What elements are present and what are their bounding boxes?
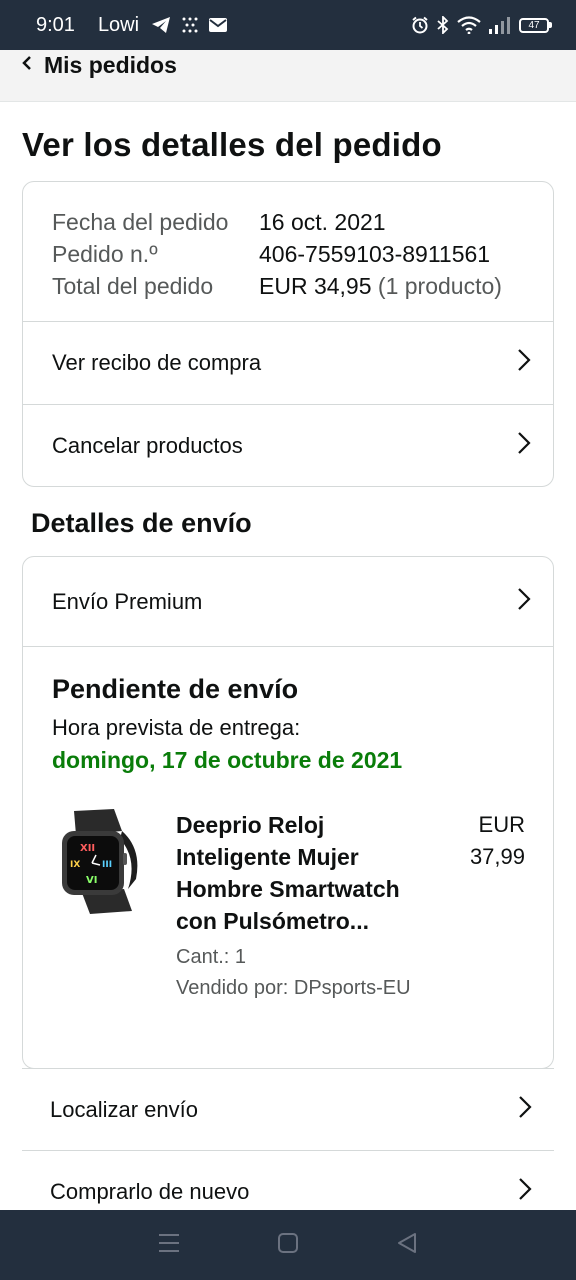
price-amount: 37,99 [469,844,525,869]
order-total-value: EUR 34,95 [259,273,372,299]
system-nav-bar [0,1210,576,1280]
order-total-label: Total del pedido [52,273,214,299]
shipment-actions: Localizar envío Comprarlo de nuevo [22,1068,554,1232]
order-total-row: Total del pedido EUR 34,95 (1 producto) [52,270,525,302]
back-link-label: Mis pedidos [44,52,177,78]
order-date-row: Fecha del pedido 16 oct. 2021 [52,206,525,238]
product-price: EUR 37,99 [445,809,525,1003]
smartwatch-image[interactable]: XII IX III VI [52,809,152,914]
cancel-items-label: Cancelar productos [52,432,243,458]
chevron-right-icon [517,431,531,461]
chevron-right-icon [517,587,531,617]
order-date-value: 16 oct. 2021 [259,209,386,235]
delivery-date: domingo, 17 de octubre de 2021 [52,747,403,773]
shipping-section-title: Detalles de envío [31,508,252,538]
back-link[interactable]: Mis pedidos [0,50,576,102]
price-currency: EUR [478,812,525,837]
mail-icon [209,18,228,32]
view-receipt-link[interactable]: Ver recibo de compra [23,322,553,404]
wifi-icon [457,16,481,34]
order-number-value: 406-7559103-8911561 [259,241,491,267]
order-date-label: Fecha del pedido [52,209,229,235]
shipment-details: Pendiente de envío Hora prevista de entr… [23,647,553,1003]
shipping-method-label: Envío Premium [52,588,203,614]
shipment-status: Pendiente de envío [52,674,299,704]
order-number-row: Pedido n.º 406-7559103-8911561 [52,238,525,270]
order-summary: Fecha del pedido 16 oct. 2021 Pedido n.º… [23,182,553,322]
chevron-right-icon [518,1177,532,1207]
svg-text:VI: VI [86,875,97,886]
battery-icon: 47 [519,17,552,33]
telegram-icon [151,16,171,34]
product-quantity: Cant.: 1 [176,946,247,968]
svg-text:XII: XII [80,843,95,854]
product-seller: Vendido por: DPsports-EU [176,977,411,999]
shipping-card: Envío Premium Pendiente de envío Hora pr… [22,556,554,1069]
page-title: Ver los detalles del pedido [22,126,442,163]
svg-text:IX: IX [70,860,80,870]
status-time: 9:01 [36,13,75,36]
bluetooth-icon [437,16,449,34]
status-bar: 9:01 Lowi 47 [0,0,576,50]
delivery-estimate-label: Hora prevista de entrega: [52,715,301,740]
menu-icon[interactable] [158,1233,180,1258]
track-package-link[interactable]: Localizar envío [22,1068,554,1150]
track-package-label: Localizar envío [50,1096,198,1122]
order-summary-card: Fecha del pedido 16 oct. 2021 Pedido n.º… [22,181,554,487]
product-title[interactable]: Deeprio Reloj Inteligente Mujer Hombre S… [176,809,416,937]
order-number-label: Pedido n.º [52,241,158,267]
status-carrier: Lowi [97,13,140,36]
home-icon[interactable] [277,1232,299,1259]
battery-level: 47 [519,17,549,33]
svg-text:III: III [102,860,112,870]
product-item[interactable]: XII IX III VI Deeprio Reloj Inteligente … [52,809,525,1003]
signal-icon [489,16,511,34]
shipping-method-link[interactable]: Envío Premium [23,557,553,647]
alarm-icon [411,16,429,34]
order-total-note: (1 producto) [377,273,502,299]
cancel-items-link[interactable]: Cancelar productos [23,404,553,486]
chevron-right-icon [518,1095,532,1125]
buy-again-label: Comprarlo de nuevo [50,1178,250,1204]
chevron-right-icon [517,348,531,378]
chevron-left-icon [22,55,32,76]
dots-icon [181,16,199,34]
back-icon[interactable] [396,1232,418,1259]
view-receipt-label: Ver recibo de compra [52,350,262,375]
